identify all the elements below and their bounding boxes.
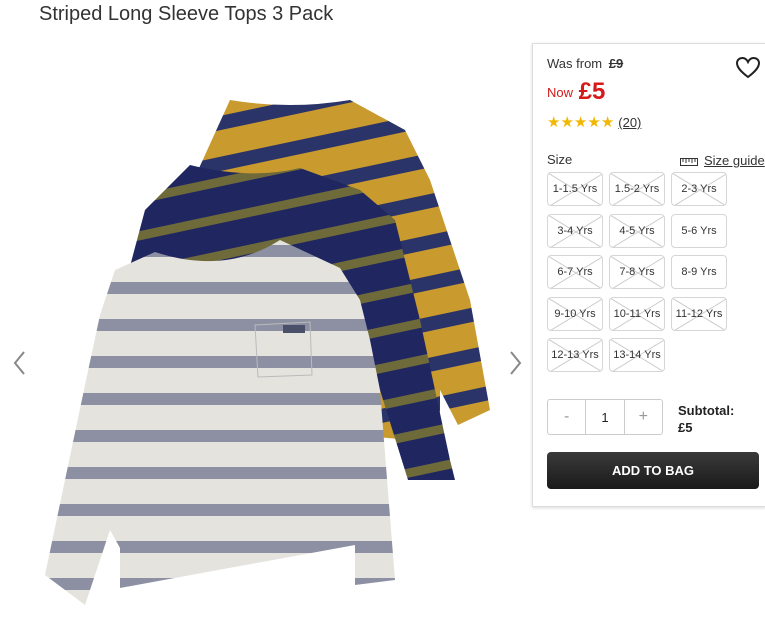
- size-option-label: 8-9 Yrs: [681, 266, 717, 278]
- now-price: £5: [578, 78, 606, 105]
- size-option[interactable]: 9-10 Yrs: [547, 296, 603, 331]
- heart-icon[interactable]: [736, 57, 760, 79]
- size-option-label: 2-3 Yrs: [681, 183, 717, 195]
- size-option-label: 13-14 Yrs: [613, 349, 661, 361]
- size-option[interactable]: 6-7 Yrs: [547, 255, 603, 289]
- size-guide-label: Size guide: [704, 153, 765, 168]
- was-label: Was from: [547, 56, 603, 71]
- size-option-label: 3-4 Yrs: [557, 224, 593, 237]
- size-option[interactable]: 1-1.5 Yrs: [547, 172, 603, 206]
- review-count-link[interactable]: (20): [618, 115, 641, 130]
- size-option[interactable]: 13-14 Yrs: [609, 338, 665, 372]
- chevron-right-icon[interactable]: [505, 348, 525, 378]
- ruler-icon: [680, 157, 698, 166]
- star-icon: ★: [600, 114, 615, 131]
- size-option[interactable]: 8-9 Yrs: [671, 255, 727, 289]
- size-option-label: 1-1.5 Yrs: [552, 183, 598, 195]
- size-option-label: 1.5-2 Yrs: [614, 183, 660, 195]
- now-price-text: Now £5: [547, 78, 605, 106]
- purchase-panel: Was from £9 Now £5 ★ ★ ★ ★ ★ (20) Size S…: [532, 43, 765, 507]
- quantity-stepper: - 1 +: [547, 399, 663, 435]
- now-label: Now: [547, 85, 574, 100]
- subtotal-value: £5: [678, 420, 693, 435]
- size-option[interactable]: 5-6 Yrs: [671, 213, 727, 248]
- rating: ★ ★ ★ ★ ★ (20): [547, 115, 641, 130]
- size-label: Size: [547, 152, 573, 167]
- add-to-bag-button[interactable]: ADD TO BAG: [547, 452, 759, 489]
- star-icon: ★: [573, 114, 588, 131]
- size-option[interactable]: 2-3 Yrs: [671, 172, 727, 206]
- star-icon: ★: [547, 114, 561, 131]
- size-option-label: 7-8 Yrs: [619, 266, 655, 278]
- was-price: £9: [608, 56, 624, 71]
- size-option-label: 10-11 Yrs: [613, 307, 661, 320]
- was-price-text: Was from £9: [547, 56, 623, 71]
- decrease-quantity-button[interactable]: -: [548, 400, 585, 434]
- product-title: Striped Long Sleeve Tops 3 Pack: [39, 3, 334, 25]
- size-guide-link[interactable]: Size guide: [680, 153, 765, 168]
- star-icon: ★: [560, 114, 574, 131]
- size-option[interactable]: 12-13 Yrs: [547, 338, 603, 372]
- size-option-label: 4-5 Yrs: [619, 224, 655, 237]
- size-option-label: 12-13 Yrs: [551, 349, 599, 361]
- size-option[interactable]: 3-4 Yrs: [547, 213, 603, 248]
- size-option-label: 6-7 Yrs: [557, 266, 593, 278]
- quantity-input[interactable]: 1: [585, 400, 625, 434]
- subtotal: Subtotal: £5: [678, 402, 734, 436]
- chevron-left-icon[interactable]: [10, 348, 30, 378]
- size-option-label: 9-10 Yrs: [554, 307, 596, 320]
- size-option[interactable]: 7-8 Yrs: [609, 255, 665, 289]
- size-option-label: 11-12 Yrs: [675, 307, 723, 320]
- size-option[interactable]: 10-11 Yrs: [609, 296, 665, 331]
- size-option[interactable]: 4-5 Yrs: [609, 213, 665, 248]
- star-icon: ★: [587, 114, 601, 131]
- size-option[interactable]: 11-12 Yrs: [671, 296, 727, 331]
- increase-quantity-button[interactable]: +: [625, 400, 662, 434]
- product-image: [45, 100, 490, 605]
- product-image-gallery: [0, 40, 530, 624]
- size-option-label: 5-6 Yrs: [681, 224, 717, 237]
- size-option[interactable]: 1.5-2 Yrs: [609, 172, 665, 206]
- subtotal-label: Subtotal:: [678, 403, 735, 418]
